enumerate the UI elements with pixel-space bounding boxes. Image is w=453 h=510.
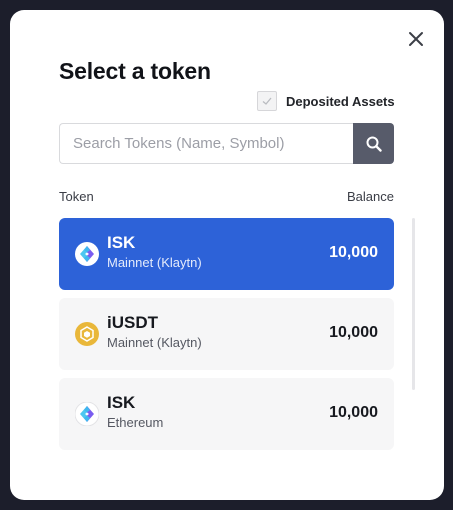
column-header-balance: Balance — [347, 189, 394, 204]
token-row-isk-ethereum[interactable]: ISK Ethereum 10,000 — [59, 378, 394, 450]
token-row-iusdt-klaytn[interactable]: iUSDT Mainnet (Klaytn) 10,000 — [59, 298, 394, 370]
column-header-token: Token — [59, 189, 94, 204]
token-network: Mainnet (Klaytn) — [107, 335, 202, 350]
close-icon[interactable] — [405, 28, 427, 50]
token-symbol: iUSDT — [107, 313, 158, 332]
modal-title: Select a token — [59, 58, 211, 84]
token-symbol: ISK — [107, 393, 136, 412]
token-symbol: ISK — [107, 233, 136, 252]
token-balance: 10,000 — [329, 244, 378, 261]
check-icon — [262, 97, 272, 105]
deposited-assets-toggle[interactable]: Deposited Assets — [257, 91, 395, 111]
search-input[interactable] — [59, 123, 353, 164]
token-row-isk-klaytn[interactable]: ISK Mainnet (Klaytn) 10,000 — [59, 218, 394, 290]
token-balance: 10,000 — [329, 404, 378, 421]
iusdt-token-icon — [75, 322, 99, 346]
token-select-modal: Select a token Deposited Assets Token Ba… — [10, 10, 444, 500]
deposited-assets-checkbox[interactable] — [257, 91, 277, 111]
isk-token-icon — [75, 242, 99, 266]
token-network: Ethereum — [107, 415, 164, 430]
search-button[interactable] — [353, 123, 394, 164]
search-icon — [366, 136, 382, 152]
deposited-assets-label: Deposited Assets — [286, 93, 395, 109]
token-list: ISK Mainnet (Klaytn) 10,000 iUSDT Mainne… — [59, 218, 394, 458]
token-network: Mainnet (Klaytn) — [107, 255, 202, 270]
isk-token-icon — [74, 401, 100, 427]
token-balance: 10,000 — [329, 324, 378, 341]
token-search — [59, 123, 394, 164]
token-list-scrollbar[interactable] — [412, 218, 415, 390]
